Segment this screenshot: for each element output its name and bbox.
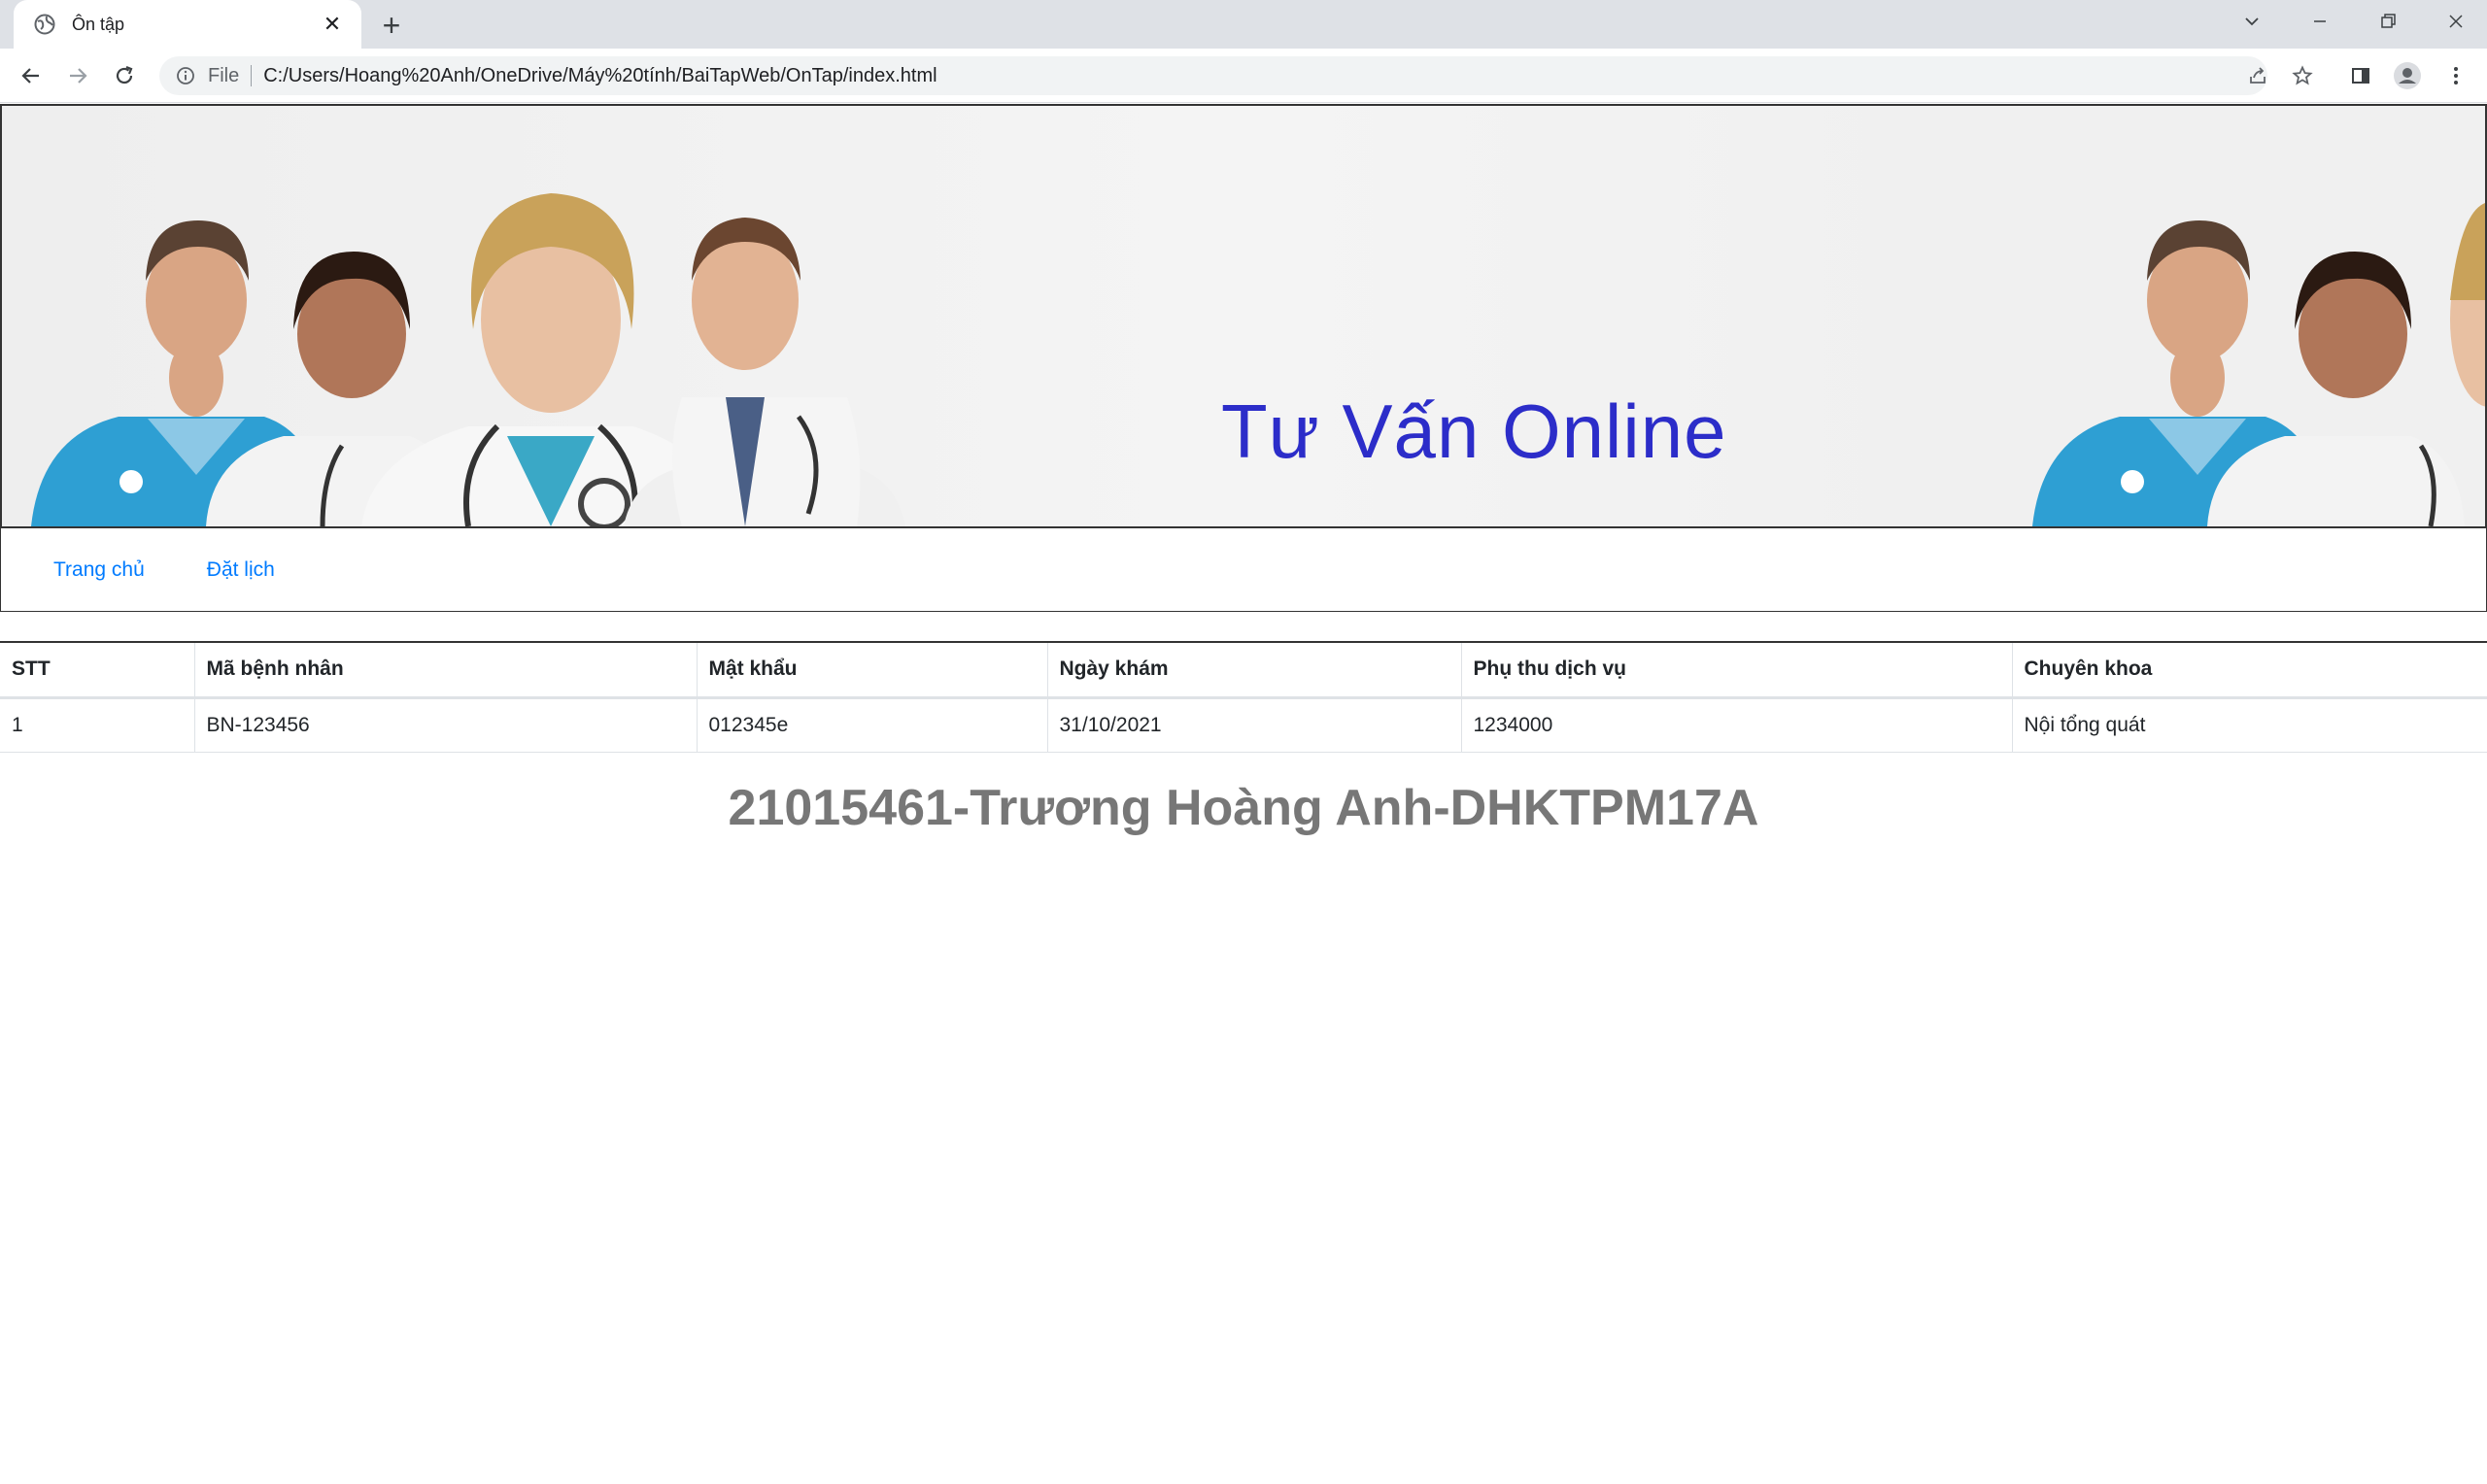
table-header-row: STT Mã bệnh nhân Mật khẩu Ngày khám Phụ …	[0, 642, 2487, 697]
globe-icon	[31, 11, 58, 38]
browser-toolbar: File C:/Users/Hoang%20Anh/OneDrive/Máy%2…	[0, 49, 2487, 103]
forward-icon[interactable]	[62, 60, 93, 91]
patient-table: STT Mã bệnh nhân Mật khẩu Ngày khám Phụ …	[0, 641, 2487, 753]
back-icon[interactable]	[16, 60, 47, 91]
cell-patient-id: BN-123456	[194, 697, 698, 752]
share-icon[interactable]	[2242, 60, 2273, 91]
column-header-password: Mật khẩu	[697, 642, 1048, 697]
column-header-exam-date: Ngày khám	[1047, 642, 1462, 697]
new-tab-button[interactable]: +	[375, 8, 408, 43]
cell-specialty: Nội tổng quát	[2024, 713, 2146, 736]
header-banner: Tư Vấn Online	[0, 104, 2487, 528]
info-icon[interactable]	[175, 65, 196, 86]
table-row: 1 BN-123456 012345e 31/10/2021 1234000 N…	[0, 697, 2487, 752]
tab-title: Ôn tập	[72, 14, 125, 34]
side-panel-icon[interactable]	[2345, 60, 2376, 91]
main-nav: Trang chủ Đặt lịch	[0, 528, 2487, 612]
column-header-patient-id: Mã bệnh nhân	[194, 642, 698, 697]
url-scheme: File	[208, 64, 240, 86]
address-bar[interactable]: File C:/Users/Hoang%20Anh/OneDrive/Máy%2…	[159, 56, 2267, 95]
cell-service-fee: 1234000	[1461, 697, 2013, 752]
url-separator	[251, 65, 253, 86]
profile-avatar-icon[interactable]	[2392, 60, 2423, 91]
url-text[interactable]: C:/Users/Hoang%20Anh/OneDrive/Máy%20tính…	[263, 65, 937, 87]
bookmark-star-icon[interactable]	[2287, 60, 2318, 91]
column-header-service-fee: Phụ thu dịch vụ	[1461, 642, 2013, 697]
nav-link-home[interactable]: Trang chủ	[38, 551, 160, 590]
banner-title: Tư Vấn Online	[1221, 388, 1727, 474]
close-window-icon[interactable]	[2427, 0, 2485, 43]
tab-search-icon[interactable]	[2223, 0, 2281, 43]
cell-stt: 1	[0, 697, 195, 752]
cell-password: 012345e	[697, 697, 1048, 752]
restore-icon[interactable]	[2359, 0, 2417, 43]
reload-icon[interactable]	[109, 60, 140, 91]
student-info-heading: 21015461-Trương Hoàng Anh-DHKTPM17A	[728, 780, 1759, 836]
menu-kebab-icon[interactable]	[2440, 60, 2471, 91]
minimize-icon[interactable]	[2291, 0, 2349, 43]
browser-tab[interactable]: Ôn tập ✕	[14, 0, 361, 49]
browser-tabstrip: Ôn tập ✕ +	[0, 0, 2487, 49]
column-header-stt: STT	[0, 642, 195, 697]
cell-exam-date: 31/10/2021	[1047, 697, 1462, 752]
close-tab-icon[interactable]: ✕	[319, 11, 346, 38]
column-header-specialty: Chuyên khoa	[2024, 658, 2153, 681]
page-content: Tư Vấn Online Trang chủ Đặt lịch STT Mã …	[0, 104, 2487, 1484]
nav-link-booking[interactable]: Đặt lịch	[191, 551, 290, 590]
